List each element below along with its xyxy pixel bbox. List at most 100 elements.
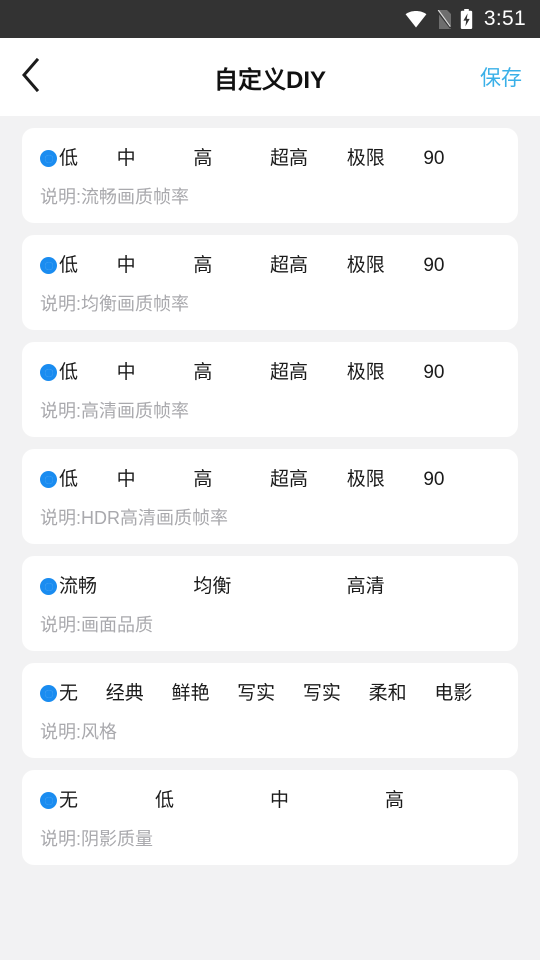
radio-option[interactable]: 中: [117, 467, 194, 492]
option-label: 超高: [270, 148, 309, 169]
option-label: 高: [193, 362, 213, 383]
option-label: 高: [193, 255, 213, 276]
radio-option[interactable]: 鲜艳: [171, 681, 237, 706]
option-label: 低: [59, 255, 79, 276]
option-label: 超高: [270, 255, 309, 276]
radio-selected-icon: [40, 257, 57, 274]
setting-card-balanced-frame-rate: 低 中 高 超高 极限 90 说明:均衡画质帧率: [22, 235, 518, 330]
radio-option[interactable]: 无: [40, 788, 155, 813]
setting-description: 说明:HDR高清画质帧率: [40, 508, 228, 528]
battery-charging-icon: [460, 9, 473, 29]
radio-option[interactable]: 高: [193, 146, 270, 171]
option-label: 无: [59, 683, 79, 704]
option-label: 高: [193, 469, 213, 490]
radio-option[interactable]: 低: [155, 788, 270, 813]
chevron-left-icon: [21, 57, 41, 97]
setting-description: 说明:画面品质: [40, 615, 154, 635]
option-label: 中: [116, 148, 136, 169]
radio-dot-icon: [46, 477, 51, 482]
option-label: 极限: [346, 255, 385, 276]
option-label: 极限: [346, 362, 385, 383]
option-label: 低: [59, 148, 79, 169]
setting-description: 说明:阴影质量: [40, 829, 154, 849]
radio-selected-icon: [40, 685, 57, 702]
option-label: 中: [270, 790, 290, 811]
option-label: 均衡: [193, 576, 232, 597]
back-button[interactable]: [0, 38, 56, 116]
radio-option[interactable]: 中: [117, 146, 194, 171]
save-button[interactable]: 保存: [480, 38, 522, 116]
setting-card-hd-frame-rate: 低 中 高 超高 极限 90 说明:高清画质帧率: [22, 342, 518, 437]
radio-option[interactable]: 高: [193, 467, 270, 492]
option-label: 鲜艳: [171, 683, 210, 704]
option-label: 90: [423, 255, 445, 276]
radio-option[interactable]: 90: [423, 467, 500, 492]
option-label: 90: [423, 362, 445, 383]
radio-option[interactable]: 中: [270, 788, 385, 813]
radio-option[interactable]: 超高: [270, 467, 347, 492]
option-label: 中: [116, 362, 136, 383]
radio-selected-icon: [40, 471, 57, 488]
radio-option[interactable]: 超高: [270, 146, 347, 171]
option-group-hd-frame-rate: 低 中 高 超高 极限 90: [40, 360, 500, 385]
radio-option[interactable]: 极限: [347, 360, 424, 385]
radio-option[interactable]: 低: [40, 253, 117, 278]
option-label: 极限: [346, 469, 385, 490]
radio-option[interactable]: 极限: [347, 467, 424, 492]
radio-selected-icon: [40, 792, 57, 809]
radio-option[interactable]: 90: [423, 253, 500, 278]
option-label: 柔和: [368, 683, 407, 704]
setting-description: 说明:高清画质帧率: [40, 401, 190, 421]
radio-option[interactable]: 写实: [303, 681, 369, 706]
setting-card-hdr-hd-frame-rate: 低 中 高 超高 极限 90 说明:HDR高清画质帧率: [22, 449, 518, 544]
radio-option[interactable]: 90: [423, 360, 500, 385]
settings-list[interactable]: 低中高超高 极限 90 说明:流畅画质帧率低中高超高 极限 90 说明:均衡画质帧率低中高超…: [0, 116, 540, 960]
option-label: 写实: [302, 683, 341, 704]
wifi-icon: [405, 10, 427, 28]
radio-option[interactable]: 柔和: [369, 681, 435, 706]
radio-option[interactable]: 中: [117, 253, 194, 278]
radio-option[interactable]: 超高: [270, 253, 347, 278]
radio-option[interactable]: 中: [117, 360, 194, 385]
radio-option[interactable]: 高清: [347, 574, 500, 599]
option-label: 超高: [270, 469, 309, 490]
radio-dot-icon: [46, 156, 51, 161]
radio-dot-icon: [46, 370, 51, 375]
radio-option[interactable]: 低: [40, 360, 117, 385]
option-label: 高清: [346, 576, 385, 597]
radio-option[interactable]: 低: [40, 467, 117, 492]
option-label: 中: [116, 255, 136, 276]
radio-option[interactable]: 无: [40, 681, 106, 706]
radio-option[interactable]: 低: [40, 146, 117, 171]
option-group-shadow-quality: 无低 中 高: [40, 788, 500, 813]
radio-option[interactable]: 超高: [270, 360, 347, 385]
option-group-style: 无 经典 鲜艳 写实 写实 柔和 电影: [40, 681, 500, 706]
setting-card-shadow-quality: 无 低 中 高说明:阴影质量: [22, 770, 518, 865]
status-bar-clock: 3:51: [483, 7, 526, 30]
no-sim-icon: [435, 9, 451, 29]
option-label: 电影: [434, 683, 473, 704]
option-label: 超高: [270, 362, 309, 383]
radio-option[interactable]: 高: [193, 253, 270, 278]
radio-option[interactable]: 经典: [106, 681, 172, 706]
radio-option[interactable]: 90: [423, 146, 500, 171]
radio-option[interactable]: 写实: [237, 681, 303, 706]
option-label: 高: [385, 790, 405, 811]
radio-dot-icon: [46, 798, 51, 803]
radio-option[interactable]: 流畅: [40, 574, 193, 599]
option-label: 低: [155, 790, 175, 811]
setting-card-style: 无 经典 鲜艳 写实 写实 柔和 电影 说明:风格: [22, 663, 518, 758]
option-label: 写实: [237, 683, 276, 704]
setting-description: 说明:流畅画质帧率: [40, 187, 190, 207]
radio-option[interactable]: 高: [193, 360, 270, 385]
radio-option[interactable]: 均衡: [193, 574, 346, 599]
radio-option[interactable]: 极限: [347, 253, 424, 278]
radio-option[interactable]: 电影: [434, 681, 500, 706]
option-group-picture-quality: 流畅 均衡 高清: [40, 574, 500, 599]
radio-selected-icon: [40, 364, 57, 381]
option-label: 高: [193, 148, 213, 169]
radio-option[interactable]: 极限: [347, 146, 424, 171]
option-label: 极限: [346, 148, 385, 169]
status-bar: 3:51: [0, 0, 540, 38]
radio-option[interactable]: 高: [385, 788, 500, 813]
